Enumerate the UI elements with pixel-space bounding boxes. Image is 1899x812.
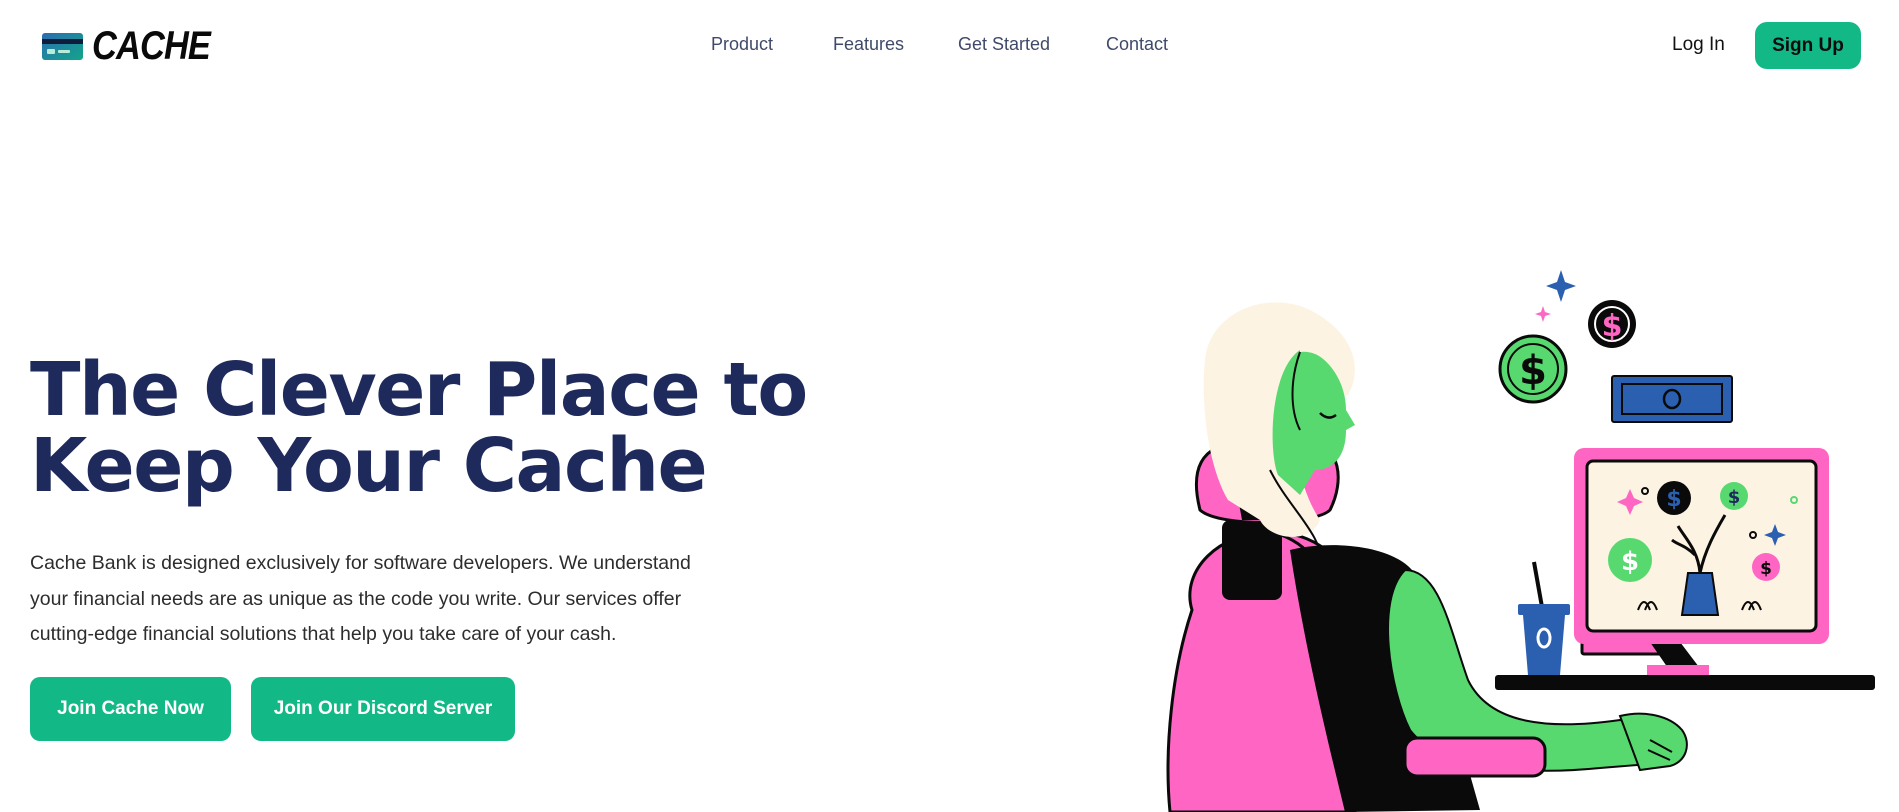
join-discord-button[interactable]: Join Our Discord Server [251,677,515,741]
sparkle-pink-icon [1535,306,1551,322]
signup-button[interactable]: Sign Up [1755,22,1861,69]
nav-item-get-started[interactable]: Get Started [958,34,1050,55]
nav-item-product[interactable]: Product [711,34,773,55]
nav-item-features[interactable]: Features [833,34,904,55]
hero-illustration: $ $ $ $ $ $ [1150,270,1899,812]
screen-coin-pink-icon: $ [1760,559,1772,579]
drink-cup [1518,561,1570,675]
site-header: CACHE Product Features Get Started Conta… [0,0,1899,92]
woman-at-computer-illustration: $ $ $ $ $ $ [1166,270,1875,812]
desk [1495,675,1875,690]
hero-description: Cache Bank is designed exclusively for s… [30,552,691,645]
hero-title: The Clever Place to Keep Your Cache [30,352,810,504]
sparkle-blue-icon [1546,270,1576,302]
floating-money: $ $ [1498,270,1733,423]
screen-coin-large-icon: $ [1621,547,1639,577]
monitor: $ $ $ $ [1574,448,1829,675]
login-link[interactable]: Log In [1672,34,1725,56]
screen-coin-green-icon: $ [1728,487,1741,508]
join-cache-button[interactable]: Join Cache Now [30,677,231,741]
screen-coin-dark-icon: $ [1666,487,1681,512]
landing-page: CACHE Product Features Get Started Conta… [0,0,1899,812]
nav-item-contact[interactable]: Contact [1106,34,1168,55]
hero-title-line-1: The Clever Place to [30,347,808,433]
main-nav: Product Features Get Started Contact [0,34,1899,58]
coin-large-icon: $ [1519,348,1547,394]
coin-dark-icon: $ [1602,309,1623,344]
hero-title-line-2: Keep Your Cache [30,423,708,509]
